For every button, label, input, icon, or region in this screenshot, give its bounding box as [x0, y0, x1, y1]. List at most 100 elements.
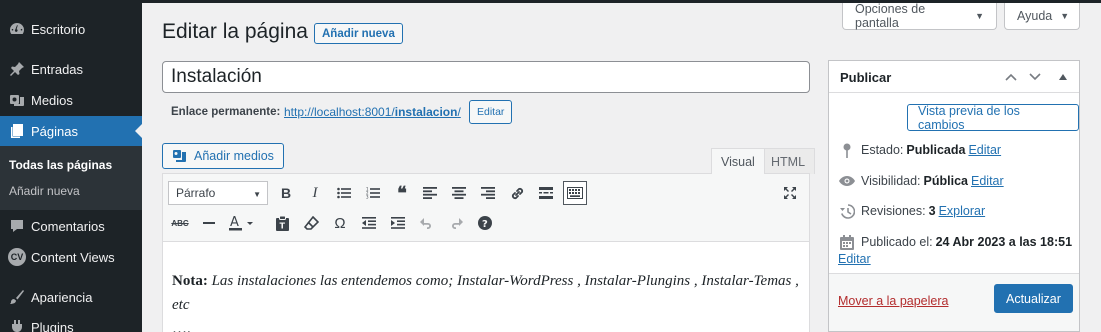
- publish-header: Publicar: [829, 61, 1079, 93]
- chevron-up-icon[interactable]: [1001, 67, 1021, 87]
- revisions-browse-link[interactable]: Explorar: [939, 204, 986, 218]
- sidebar-item-paginas[interactable]: Páginas: [0, 116, 142, 146]
- strikethrough-icon[interactable]: ABC: [168, 211, 192, 235]
- help-button[interactable]: Ayuda ▼: [1004, 3, 1080, 30]
- help-icon[interactable]: ?: [473, 211, 497, 235]
- admin-sidebar: Escritorio Entradas Medios Páginas Todas…: [0, 0, 142, 332]
- sidebar-item-content-views[interactable]: CV Content Views: [0, 242, 142, 272]
- published-label: Publicado el:: [861, 235, 933, 249]
- editor-toolbar: Párrafo ▼ B I 123 ❝ ABC A T Ω ?: [163, 174, 809, 242]
- format-select-value: Párrafo: [176, 186, 216, 200]
- sidebar-item-escritorio[interactable]: Escritorio: [0, 14, 142, 44]
- special-character-icon[interactable]: Ω: [328, 211, 352, 235]
- align-right-icon[interactable]: [476, 181, 500, 205]
- published-edit-link[interactable]: Editar: [838, 252, 871, 266]
- calendar-icon: [839, 234, 855, 250]
- caret-down-icon: ▼: [253, 190, 261, 199]
- svg-text:3: 3: [366, 195, 369, 200]
- permalink-label: Enlace permanente:: [171, 106, 281, 118]
- permalink-link[interactable]: http://localhost:8001/instalacion/: [284, 105, 461, 119]
- submenu-add-new[interactable]: Añadir nueva: [9, 184, 80, 198]
- visibility-row: Visibilidad: Pública Editar: [839, 173, 1004, 189]
- post-title-input[interactable]: Instalación: [162, 61, 810, 93]
- add-media-button[interactable]: Añadir medios: [162, 143, 284, 169]
- paste-text-icon[interactable]: T: [270, 211, 294, 235]
- sidebar-item-plugins[interactable]: Plugins: [0, 312, 142, 332]
- sidebar-item-label: Plugins: [31, 319, 74, 332]
- toolbar-toggle-icon[interactable]: [563, 181, 587, 205]
- screen-options-label: Opciones de pantalla: [855, 2, 926, 30]
- status-edit-link[interactable]: Editar: [968, 143, 1001, 157]
- clear-formatting-icon[interactable]: [299, 211, 323, 235]
- redo-icon[interactable]: [444, 211, 468, 235]
- update-button[interactable]: Actualizar: [994, 284, 1073, 313]
- revisions-label: Revisiones:: [861, 204, 926, 218]
- indent-icon[interactable]: [386, 211, 410, 235]
- page-title: Editar la página: [162, 20, 308, 43]
- pin-icon: [839, 142, 855, 158]
- submenu-all-pages[interactable]: Todas las páginas: [9, 158, 112, 172]
- caret-down-icon: ▼: [975, 11, 984, 21]
- format-select[interactable]: Párrafo ▼: [168, 181, 268, 205]
- caret-down-icon: ▼: [1060, 11, 1070, 21]
- bullet-list-icon[interactable]: [332, 181, 356, 205]
- appearance-icon: [8, 288, 26, 306]
- align-center-icon[interactable]: [447, 181, 471, 205]
- status-row: Estado: Publicada Editar: [839, 142, 1001, 158]
- content-ellipsis: ….: [172, 321, 191, 332]
- sidebar-item-label: Apariencia: [31, 289, 93, 305]
- permalink-edit-button[interactable]: Editar: [469, 100, 513, 124]
- cv-badge: CV: [8, 248, 26, 266]
- history-icon: [839, 203, 855, 219]
- blockquote-icon[interactable]: ❝: [390, 181, 414, 205]
- svg-text:A: A: [230, 215, 239, 230]
- undo-icon[interactable]: [415, 211, 439, 235]
- horizontal-line-icon[interactable]: [197, 211, 221, 235]
- sidebar-item-label: Escritorio: [31, 21, 86, 37]
- fullscreen-icon[interactable]: [778, 181, 802, 205]
- add-new-page-button[interactable]: Añadir nueva: [314, 23, 403, 44]
- italic-icon[interactable]: I: [303, 181, 327, 205]
- preview-changes-button[interactable]: Vista previa de los cambios: [907, 104, 1079, 132]
- tab-visual[interactable]: Visual: [711, 148, 765, 174]
- revisions-row: Revisiones: 3 Explorar: [839, 203, 985, 219]
- toggle-panel-icon[interactable]: [1053, 67, 1073, 87]
- outdent-icon[interactable]: [357, 211, 381, 235]
- move-to-trash-link[interactable]: Mover a la papelera: [838, 294, 948, 308]
- sidebar-item-label: Páginas: [31, 123, 78, 139]
- content-editor: Párrafo ▼ B I 123 ❝ ABC A T Ω ? Nota: La…: [162, 173, 810, 332]
- editor-content[interactable]: Nota: Las instalaciones las entendemos c…: [172, 269, 802, 332]
- publish-box: Publicar Vista previa de los cambios Est…: [828, 60, 1080, 332]
- read-more-icon[interactable]: [534, 181, 558, 205]
- text-color-icon[interactable]: A: [226, 211, 258, 235]
- sidebar-item-label: Medios: [31, 92, 73, 108]
- chevron-down-icon[interactable]: [1025, 67, 1045, 87]
- publish-title: Publicar: [840, 70, 892, 85]
- cv-icon: CV: [8, 248, 26, 266]
- sidebar-item-label: Content Views: [31, 249, 115, 265]
- permalink-base: http://localhost:8001/: [284, 105, 395, 119]
- pages-icon: [8, 122, 26, 140]
- link-icon[interactable]: [505, 181, 529, 205]
- bold-icon[interactable]: B: [274, 181, 298, 205]
- sidebar-item-label: Entradas: [31, 61, 84, 77]
- sidebar-item-label: Comentarios: [31, 218, 105, 234]
- sidebar-item-medios[interactable]: Medios: [0, 85, 142, 115]
- comment-icon: [8, 217, 26, 235]
- publish-footer: Mover a la papelera Actualizar: [829, 273, 1079, 331]
- dashboard-icon: [8, 20, 26, 38]
- note-label: Nota:: [172, 273, 208, 289]
- content-paragraph: Nota: Las instalaciones las entendemos c…: [172, 269, 802, 317]
- add-media-icon: [172, 149, 188, 163]
- tab-html[interactable]: HTML: [761, 148, 816, 174]
- sidebar-item-entradas[interactable]: Entradas: [0, 54, 142, 84]
- permalink-slug: instalacion: [394, 105, 458, 119]
- visibility-edit-link[interactable]: Editar: [971, 174, 1004, 188]
- published-date: 24 Abr 2023 a las 18:51: [935, 235, 1073, 249]
- numbered-list-icon[interactable]: 123: [361, 181, 385, 205]
- screen-options-button[interactable]: Opciones de pantalla ▼: [842, 2, 997, 30]
- sidebar-item-apariencia[interactable]: Apariencia: [0, 282, 142, 312]
- plugins-icon: [8, 318, 26, 332]
- align-left-icon[interactable]: [418, 181, 442, 205]
- sidebar-item-comentarios[interactable]: Comentarios: [0, 211, 142, 241]
